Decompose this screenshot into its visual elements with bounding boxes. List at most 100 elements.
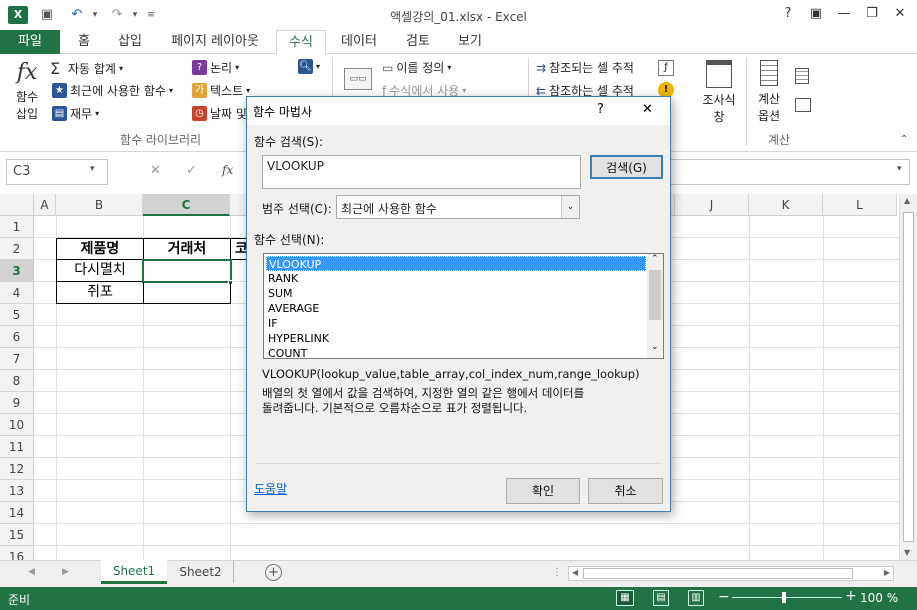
row-header[interactable]: 6 xyxy=(0,326,34,348)
name-box-dropdown-icon[interactable]: ▾ xyxy=(90,164,95,174)
recent-functions-button[interactable]: ★ 최근에 사용한 함수 ▾ xyxy=(52,82,173,99)
column-header-l[interactable]: L xyxy=(823,194,897,216)
add-sheet-icon[interactable]: + xyxy=(265,564,282,581)
help-link[interactable]: 도움말 xyxy=(254,480,287,497)
scroll-thumb[interactable] xyxy=(903,212,914,542)
row-header[interactable]: 16 xyxy=(0,546,34,560)
list-scrollbar[interactable]: ⌃ ⌄ xyxy=(647,254,663,358)
zoom-slider-thumb[interactable] xyxy=(782,592,786,603)
zoom-out-icon[interactable]: − xyxy=(718,589,730,605)
function-list[interactable]: VLOOKUP RANK SUM AVERAGE IF HYPERLINK CO… xyxy=(263,253,664,359)
column-header-a[interactable]: A xyxy=(34,194,56,216)
row-header[interactable]: 8 xyxy=(0,370,34,392)
row-header[interactable]: 9 xyxy=(0,392,34,414)
dialog-close-button[interactable]: ✕ xyxy=(642,102,653,117)
row-header[interactable]: 12 xyxy=(0,458,34,480)
autosum-button[interactable]: Σ 자동 합계 ▾ xyxy=(50,59,123,78)
trace-precedents-button[interactable]: ⇉ 참조되는 셀 추적 xyxy=(536,59,634,76)
ribbon-display-icon[interactable]: ▣ xyxy=(803,3,829,25)
list-scroll-down-icon[interactable]: ⌄ xyxy=(651,342,659,352)
tab-data[interactable]: 데이터 xyxy=(334,30,384,54)
row-header[interactable]: 2 xyxy=(0,238,34,260)
row-header[interactable]: 11 xyxy=(0,436,34,458)
list-item-selected[interactable]: VLOOKUP xyxy=(266,256,646,271)
cell-b4[interactable]: 쥐포 xyxy=(56,282,144,304)
formula-enter-icon[interactable]: ✓ xyxy=(186,163,197,178)
scroll-down-icon[interactable]: ▼ xyxy=(904,548,910,557)
sheet-tab-sheet2[interactable]: Sheet2 xyxy=(168,561,234,583)
list-item[interactable]: COUNT xyxy=(266,346,646,358)
minimize-button[interactable]: — xyxy=(831,3,857,25)
row-header[interactable]: 7 xyxy=(0,348,34,370)
help-button[interactable]: ? xyxy=(775,3,801,25)
expand-formula-icon[interactable]: ▾ xyxy=(897,164,902,174)
cell-b2-header-product[interactable]: 제품명 xyxy=(56,238,144,260)
row-header[interactable]: 1 xyxy=(0,216,34,238)
function-search-input[interactable]: VLOOKUP xyxy=(262,155,581,189)
watch-window-button[interactable]: 조사식 창 xyxy=(698,60,740,125)
dialog-help-button[interactable]: ? xyxy=(597,102,604,117)
search-button[interactable]: 검색(G) xyxy=(590,155,663,179)
tab-page-layout[interactable]: 페이지 레이아웃 xyxy=(164,30,266,54)
logical-button[interactable]: ? 논리 ▾ xyxy=(192,59,239,76)
row-header[interactable]: 10 xyxy=(0,414,34,436)
hscroll-thumb[interactable] xyxy=(583,568,853,579)
next-sheet-icon[interactable]: ▶ xyxy=(62,567,69,577)
lookup-button[interactable]: 🔍︎ ▾ xyxy=(298,59,320,74)
zoom-in-icon[interactable]: + xyxy=(845,588,857,604)
tab-insert[interactable]: 삽입 xyxy=(108,30,152,54)
restore-button[interactable]: ❐ xyxy=(859,3,885,25)
row-header[interactable]: 4 xyxy=(0,282,34,304)
cell-c3-selected[interactable] xyxy=(142,259,232,283)
list-item[interactable]: AVERAGE xyxy=(266,301,646,316)
cell-b3[interactable]: 다시멸치 xyxy=(56,260,144,282)
define-name-button[interactable]: ▭ 이름 정의 ▾ xyxy=(382,59,451,76)
tab-review[interactable]: 검토 xyxy=(396,30,440,54)
prev-sheet-icon[interactable]: ◀ xyxy=(28,567,35,577)
close-button[interactable]: ✕ xyxy=(887,3,913,25)
show-formulas-icon[interactable]: ƒ xyxy=(658,60,674,76)
tab-view[interactable]: 보기 xyxy=(448,30,492,54)
page-break-view-icon[interactable]: ▥ xyxy=(688,590,704,606)
sheet-tab-sheet1[interactable]: Sheet1 xyxy=(101,560,167,584)
row-header[interactable]: 15 xyxy=(0,524,34,546)
insert-function-button[interactable]: fx 함수 삽입 xyxy=(8,58,46,128)
cell-c2-header-vendor[interactable]: 거래처 xyxy=(143,238,231,260)
list-item[interactable]: IF xyxy=(266,316,646,331)
sheet-split-handle[interactable]: ⋮ xyxy=(552,567,562,578)
list-item[interactable]: RANK xyxy=(266,271,646,286)
column-header-j[interactable]: J xyxy=(675,194,749,216)
tab-home[interactable]: 홈 xyxy=(66,30,102,54)
row-header[interactable]: 14 xyxy=(0,502,34,524)
normal-view-icon[interactable]: ▦ xyxy=(616,590,634,606)
name-manager-icon[interactable]: ▭▭ xyxy=(344,68,372,90)
tab-file[interactable]: 파일 xyxy=(0,30,60,54)
datetime-button[interactable]: ◷ 날짜 및 xyxy=(192,105,247,122)
calculate-now-icon[interactable] xyxy=(795,68,809,84)
list-scroll-up-icon[interactable]: ⌃ xyxy=(651,254,659,264)
list-item[interactable]: SUM xyxy=(266,286,646,301)
row-header[interactable]: 3 xyxy=(0,260,34,282)
cell-c4[interactable] xyxy=(143,282,231,304)
cancel-button[interactable]: 취소 xyxy=(588,478,663,504)
vertical-scrollbar[interactable]: ▲ ▼ xyxy=(899,194,917,560)
column-header-k[interactable]: K xyxy=(749,194,823,216)
financial-button[interactable]: ▤ 재무 ▾ xyxy=(52,105,99,122)
horizontal-scrollbar[interactable]: ◀ ▶ xyxy=(568,566,894,581)
hscroll-left-icon[interactable]: ◀ xyxy=(572,568,578,577)
calculate-sheet-icon[interactable] xyxy=(795,98,811,112)
formula-cancel-icon[interactable]: ✕ xyxy=(150,163,161,178)
row-header[interactable]: 13 xyxy=(0,480,34,502)
page-layout-view-icon[interactable]: ▤ xyxy=(653,590,669,606)
column-header-c[interactable]: C xyxy=(143,194,230,216)
tab-formulas[interactable]: 수식 xyxy=(276,30,326,55)
zoom-level[interactable]: 100 % xyxy=(860,591,898,605)
text-button[interactable]: 가 텍스트 ▾ xyxy=(192,82,250,99)
list-item[interactable]: HYPERLINK xyxy=(266,331,646,346)
column-header-b[interactable]: B xyxy=(56,194,143,216)
ok-button[interactable]: 확인 xyxy=(506,478,580,504)
row-header[interactable]: 5 xyxy=(0,304,34,326)
hscroll-right-icon[interactable]: ▶ xyxy=(884,568,890,577)
collapse-ribbon-icon[interactable]: ⌃ xyxy=(900,134,908,145)
scroll-up-icon[interactable]: ▲ xyxy=(904,196,910,205)
